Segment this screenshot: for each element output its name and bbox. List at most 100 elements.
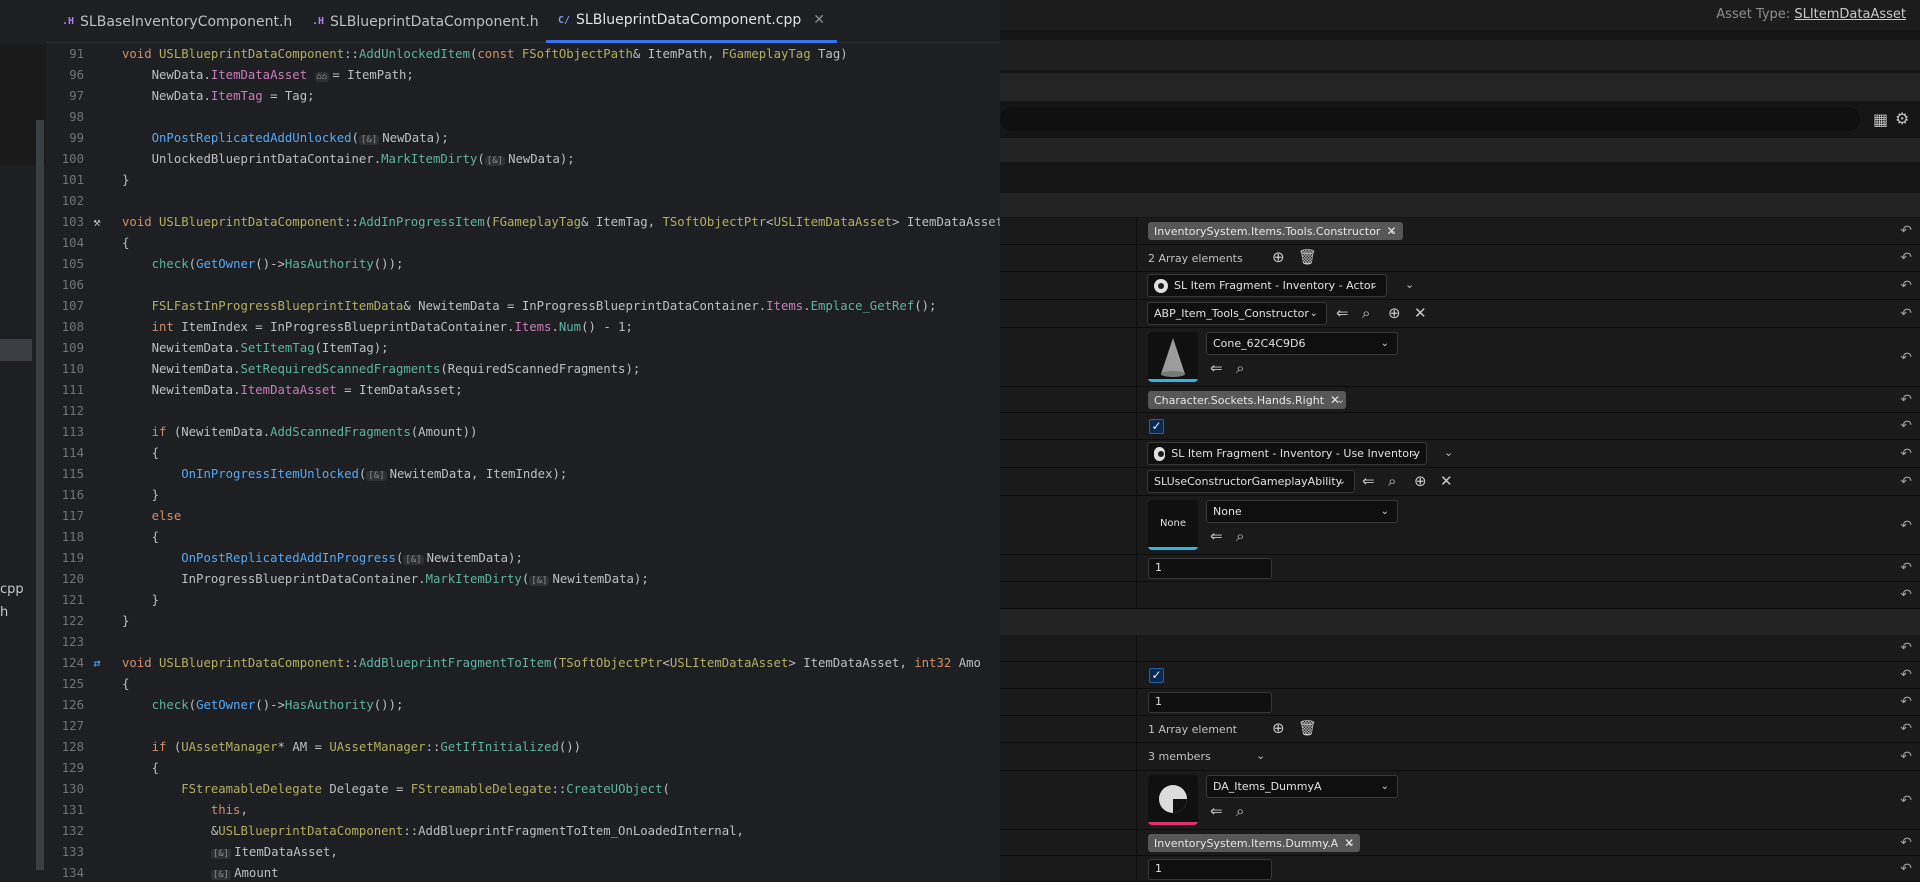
reset-arrow-icon[interactable]: ↶ (1900, 518, 1912, 534)
code-line[interactable]: 111 NewitemData.ItemDataAsset = ItemData… (46, 379, 1012, 400)
code-line[interactable]: 96 NewData.ItemDataAsset ⌂⌂ = ItemPath; (46, 64, 1012, 85)
code-line[interactable]: 125 { (46, 673, 1012, 694)
code-line[interactable]: 105 check(GetOwner()->HasAuthority()); (46, 253, 1012, 274)
chevron-down-icon[interactable]: ⌄ (1388, 224, 1397, 237)
code-line[interactable]: 123 (46, 631, 1012, 652)
code-line[interactable]: 113 if (NewitemData.AddScannedFragments(… (46, 421, 1012, 442)
number-field[interactable]: 1 (1148, 692, 1272, 713)
gameplay-tag-chip[interactable]: InventorySystem.Items.Tools.Constructor ✕ (1148, 222, 1403, 240)
table-view-icon[interactable]: ▦ (1873, 110, 1888, 129)
reset-arrow-icon[interactable]: ↶ (1900, 694, 1912, 710)
code-line[interactable]: 109 NewitemData.SetItemTag(ItemTag); (46, 337, 1012, 358)
code-line[interactable]: 100 UnlockedBlueprintDataContainer.MarkI… (46, 148, 1012, 169)
reset-arrow-icon[interactable]: ↶ (1900, 640, 1912, 656)
anim-blueprint-dropdown[interactable]: ABP_Item_Tools_Constructor ⌄ (1147, 302, 1327, 325)
code-line[interactable]: 91 void USLBlueprintDataComponent::AddUnl… (46, 43, 1012, 64)
code-line[interactable]: 107 FSLFastInProgressBlueprintItemData& … (46, 295, 1012, 316)
ability-class-dropdown[interactable]: SLUseConstructorGameplayAbility ⌄ (1147, 470, 1355, 493)
code-line[interactable]: 106 (46, 274, 1012, 295)
reset-arrow-icon[interactable]: ↶ (1900, 667, 1912, 683)
checkbox[interactable]: ✓ (1149, 419, 1164, 434)
browse-folder-icon[interactable]: ⌕ (1362, 304, 1370, 322)
close-icon[interactable]: ✕ (813, 12, 825, 28)
reset-arrow-icon[interactable]: ↶ (1900, 350, 1912, 366)
code-line[interactable]: 97 NewData.ItemTag = Tag; (46, 85, 1012, 106)
chevron-down-icon[interactable]: ⌄ (1336, 393, 1345, 406)
hammer-icon[interactable]: ⚒ (88, 215, 106, 229)
use-selected-icon[interactable]: ⇐ (1210, 527, 1223, 545)
fragment-class-dropdown[interactable]: SL Item Fragment - Inventory - Actor ⌄ (1147, 274, 1387, 297)
code-line[interactable]: 110 NewitemData.SetRequiredScannedFragme… (46, 358, 1012, 379)
chevron-down-icon[interactable]: ⌄ (1346, 836, 1355, 849)
code-line[interactable]: 128 if (UAssetManager* AM = UAssetManage… (46, 736, 1012, 757)
browse-folder-icon[interactable]: ⌕ (1236, 527, 1244, 545)
browse-folder-icon[interactable]: ⌕ (1236, 359, 1244, 377)
code-line[interactable]: 126 check(GetOwner()->HasAuthority()); (46, 694, 1012, 715)
code-line[interactable]: 116 } (46, 484, 1012, 505)
reset-arrow-icon[interactable]: ↶ (1900, 392, 1912, 408)
code-line[interactable]: 114 { (46, 442, 1012, 463)
code-line[interactable]: 122} (46, 610, 1012, 631)
reset-arrow-icon[interactable]: ↶ (1900, 418, 1912, 434)
checkbox[interactable]: ✓ (1149, 668, 1164, 683)
reset-arrow-icon[interactable]: ↶ (1900, 835, 1912, 851)
chevron-down-icon[interactable]: ⌄ (1444, 446, 1453, 459)
reset-arrow-icon[interactable]: ↶ (1900, 446, 1912, 462)
code-line[interactable]: 117 else (46, 505, 1012, 526)
asset-thumbnail[interactable]: None (1148, 500, 1198, 550)
trash-icon[interactable]: 🗑 (1298, 248, 1317, 266)
clear-icon[interactable]: ✕ (1440, 472, 1453, 490)
use-selected-icon[interactable]: ⇐ (1362, 472, 1375, 490)
code-line[interactable]: 108 int ItemIndex = InProgressBlueprintD… (46, 316, 1012, 337)
code-line[interactable]: 115 OnInProgressItemUnlocked([&] NewitemD… (46, 463, 1012, 484)
item-asset-dropdown[interactable]: DA_Items_DummyA ⌄ (1206, 775, 1398, 798)
fragment-class-dropdown[interactable]: SL Item Fragment - Inventory - Use Inven… (1147, 442, 1427, 465)
code-line[interactable]: 127 (46, 715, 1012, 736)
use-selected-icon[interactable]: ⇐ (1210, 359, 1223, 377)
code-line[interactable]: 104 { (46, 232, 1012, 253)
reset-arrow-icon[interactable]: ↶ (1900, 250, 1912, 266)
add-element-icon[interactable]: ⊕ (1414, 472, 1427, 490)
swap-icon[interactable]: ⇄ (88, 656, 106, 670)
code-line[interactable]: 99 OnPostReplicatedAddUnlocked([&] NewDat… (46, 127, 1012, 148)
sidebar-selected-item[interactable] (0, 339, 32, 361)
sidebar-scrollbar[interactable] (36, 120, 44, 870)
number-field[interactable]: 1 (1148, 558, 1272, 579)
browse-folder-icon[interactable]: ⌕ (1236, 802, 1244, 820)
clear-icon[interactable]: ✕ (1414, 304, 1427, 322)
chevron-down-icon[interactable]: ⌄ (1256, 749, 1265, 762)
code-line[interactable]: 101} (46, 169, 1012, 190)
search-input[interactable] (1000, 107, 1860, 131)
trash-icon[interactable]: 🗑 (1298, 719, 1317, 737)
asset-dropdown[interactable]: None ⌄ (1206, 500, 1398, 523)
add-element-icon[interactable]: ⊕ (1388, 304, 1401, 322)
reset-arrow-icon[interactable]: ↶ (1900, 278, 1912, 294)
mesh-dropdown[interactable]: Cone_62C4C9D6 ⌄ (1206, 332, 1398, 355)
code-line[interactable]: 120 InProgressBlueprintDataContainer.Mar… (46, 568, 1012, 589)
use-selected-icon[interactable]: ⇐ (1336, 304, 1349, 322)
reset-arrow-icon[interactable]: ↶ (1900, 861, 1912, 877)
sidebar-item-cpp[interactable]: cpp (0, 582, 24, 597)
browse-folder-icon[interactable]: ⌕ (1388, 472, 1396, 490)
code-line[interactable]: 98 (46, 106, 1012, 127)
code-line[interactable]: 130 FStreamableDelegate Delegate = FStre… (46, 778, 1012, 799)
reset-arrow-icon[interactable]: ↶ (1900, 474, 1912, 490)
mesh-thumbnail[interactable] (1148, 332, 1198, 382)
asset-type-link[interactable]: SLItemDataAsset (1794, 7, 1906, 22)
use-selected-icon[interactable]: ⇐ (1210, 802, 1223, 820)
code-line[interactable]: 102 (46, 190, 1012, 211)
gameplay-tag-chip[interactable]: InventorySystem.Items.Dummy.A ✕ (1148, 834, 1361, 852)
code-line[interactable]: 103 ⚒ void USLBlueprintDataComponent::AddI… (46, 211, 1012, 232)
add-element-icon[interactable]: ⊕ (1272, 248, 1285, 266)
code-line[interactable]: 121 } (46, 589, 1012, 610)
reset-arrow-icon[interactable]: ↶ (1900, 306, 1912, 322)
code-line[interactable]: 129 { (46, 757, 1012, 778)
reset-arrow-icon[interactable]: ↶ (1900, 223, 1912, 239)
reset-arrow-icon[interactable]: ↶ (1900, 587, 1912, 603)
gear-icon[interactable]: ⚙ (1895, 109, 1909, 128)
code-line[interactable]: 119 OnPostReplicatedAddInProgress([&] New… (46, 547, 1012, 568)
reset-arrow-icon[interactable]: ↶ (1900, 560, 1912, 576)
code-line[interactable]: 112 (46, 400, 1012, 421)
reset-arrow-icon[interactable]: ↶ (1900, 721, 1912, 737)
code-line[interactable]: 124 ⇄ void USLBlueprintDataComponent::AddB… (46, 652, 1012, 673)
